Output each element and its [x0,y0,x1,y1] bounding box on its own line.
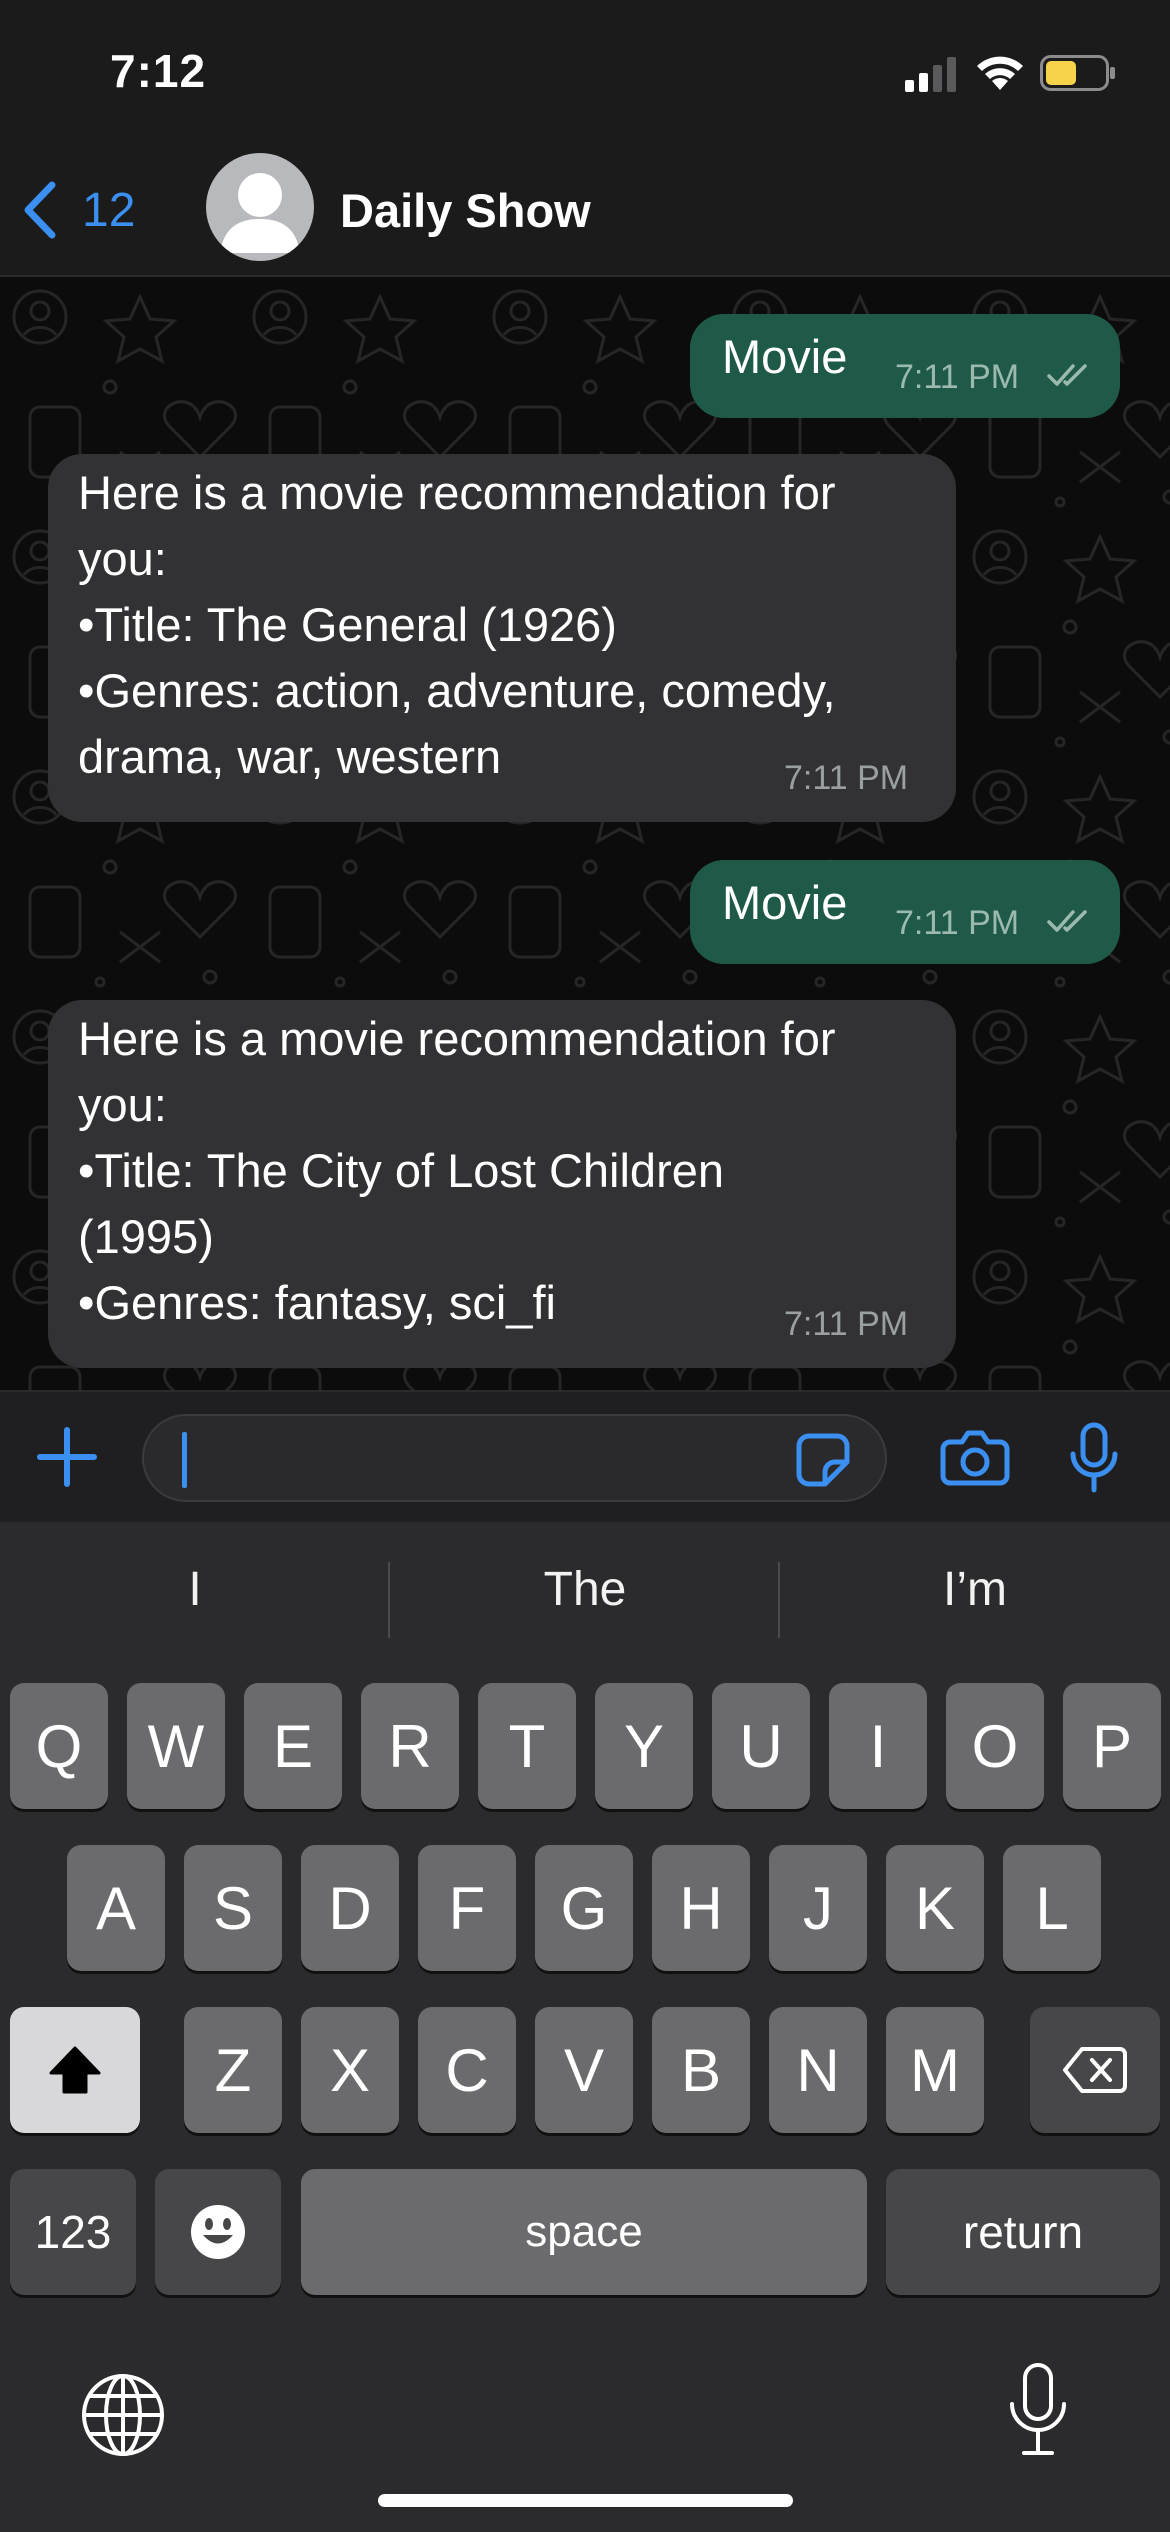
message-input[interactable] [142,1414,887,1502]
emoji-key[interactable] [155,2169,281,2295]
key-z[interactable]: Z [184,2007,282,2133]
home-indicator[interactable] [378,2494,793,2507]
chat-title[interactable]: Daily Show [340,183,591,238]
key-t[interactable]: T [478,1683,576,1809]
status-time: 7:12 [110,45,207,97]
numbers-key[interactable]: 123 [10,2169,136,2295]
chat-area[interactable]: Movie 7:11 PM Here is a movie recommenda… [0,277,1170,1390]
suggestion-1[interactable]: I [0,1562,390,1617]
key-b[interactable]: B [652,2007,750,2133]
key-w[interactable]: W [127,1683,225,1809]
sticker-icon[interactable] [795,1432,851,1488]
return-key[interactable]: return [886,2169,1160,2295]
message-time: 7:11 PM [895,358,1020,396]
key-d[interactable]: D [301,1845,399,1971]
message-time: 7:11 PM [895,904,1020,942]
status-bar: 7:12 [0,0,1170,145]
key-f[interactable]: F [418,1845,516,1971]
camera-icon[interactable] [940,1428,1010,1486]
message-text: Movie [722,330,848,383]
key-v[interactable]: V [535,2007,633,2133]
read-ticks-icon [1047,364,1087,386]
message-time: 7:11 PM [784,1305,909,1343]
battery-icon [1040,55,1115,91]
key-y[interactable]: Y [595,1683,693,1809]
message-bubble-outgoing[interactable]: Movie 7:11 PM [690,860,1120,964]
predictive-bar: I The I’m [0,1522,1170,1680]
backspace-icon [1063,2047,1127,2093]
key-m[interactable]: M [886,2007,984,2133]
avatar-placeholder-icon [220,173,300,253]
chat-header: 12 Daily Show [0,145,1170,277]
shift-icon [49,2046,101,2094]
message-time: 7:11 PM [784,759,909,797]
key-s[interactable]: S [184,1845,282,1971]
message-bubble-incoming[interactable]: Here is a movie recommendation for you: … [48,1000,956,1368]
back-button[interactable]: 12 [22,175,135,245]
chevron-left-icon [24,181,56,239]
message-text: Movie [722,876,848,929]
message-bubble-outgoing[interactable]: Movie 7:11 PM [690,314,1120,418]
suggestion-2[interactable]: The [390,1562,780,1617]
space-key[interactable]: space [301,2169,867,2295]
key-q[interactable]: Q [10,1683,108,1809]
message-input-bar [0,1390,1170,1524]
message-text: Here is a movie recommendation for you: … [78,1012,836,1329]
message-bubble-incoming[interactable]: Here is a movie recommendation for you: … [48,454,956,822]
emoji-icon [191,2205,245,2259]
key-i[interactable]: I [829,1683,927,1809]
key-g[interactable]: G [535,1845,633,1971]
key-o[interactable]: O [946,1683,1044,1809]
key-p[interactable]: P [1063,1683,1161,1809]
wifi-icon [977,56,1023,90]
key-l[interactable]: L [1003,1845,1101,1971]
avatar[interactable] [206,153,314,261]
key-u[interactable]: U [712,1683,810,1809]
suggestion-3[interactable]: I’m [780,1562,1170,1617]
key-h[interactable]: H [652,1845,750,1971]
key-j[interactable]: J [769,1845,867,1971]
backspace-key[interactable] [1030,2007,1160,2133]
key-x[interactable]: X [301,2007,399,2133]
plus-icon[interactable] [36,1426,98,1488]
key-k[interactable]: K [886,1845,984,1971]
unread-count: 12 [82,183,136,237]
message-text: Here is a movie recommendation for you: … [78,466,836,783]
shift-key[interactable] [10,2007,140,2133]
key-n[interactable]: N [769,2007,867,2133]
globe-icon[interactable] [80,2372,166,2458]
text-caret [182,1432,187,1488]
keyboard: I The I’m Q W E R T Y U I O P A S D F G … [0,1522,1170,2532]
read-ticks-icon [1047,910,1087,932]
key-r[interactable]: R [361,1683,459,1809]
microphone-icon[interactable] [1068,1422,1120,1494]
dictation-icon[interactable] [1006,2362,1070,2458]
key-e[interactable]: E [244,1683,342,1809]
key-c[interactable]: C [418,2007,516,2133]
key-a[interactable]: A [67,1845,165,1971]
signal-icon [905,57,956,92]
